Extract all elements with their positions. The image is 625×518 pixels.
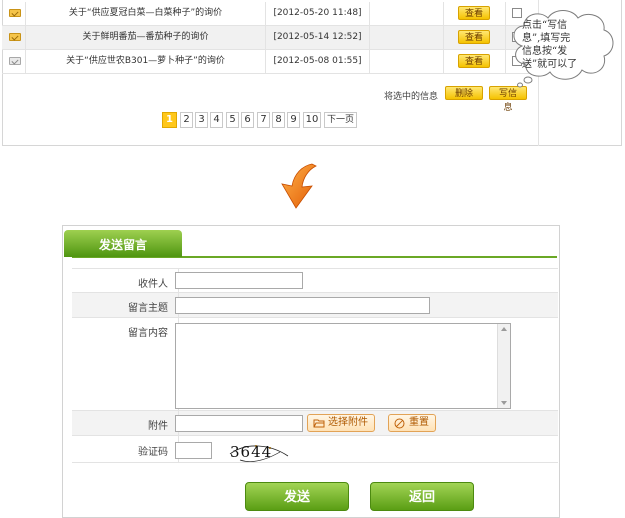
captcha-label: 验证码 <box>138 447 168 458</box>
page-5[interactable]: 5 <box>226 112 239 128</box>
envelope-icon <box>9 33 21 41</box>
callout-line: 信息按“发 <box>522 46 568 57</box>
page-9[interactable]: 9 <box>287 112 300 128</box>
content-textarea[interactable] <box>175 323 511 409</box>
attachment-input[interactable] <box>175 415 303 432</box>
view-button[interactable]: 查看 <box>458 6 491 20</box>
cancel-icon <box>394 418 405 429</box>
message-date: [2012-05-08 01:55] <box>266 50 370 73</box>
envelope-open-icon <box>9 57 21 65</box>
recipient-label: 收件人 <box>138 279 168 290</box>
message-title[interactable]: 关于“供应夏冠白菜—白菜种子”的询价 <box>26 2 266 25</box>
reset-button[interactable]: 重置 <box>388 414 436 432</box>
message-date: [2012-05-20 11:48] <box>266 2 370 25</box>
captcha-row: 验证码 <box>72 436 558 463</box>
page-4[interactable]: 4 <box>210 112 223 128</box>
content-label: 留言内容 <box>128 328 168 339</box>
captcha-text: 3644 <box>230 443 273 461</box>
textarea-scrollbar[interactable] <box>497 324 510 408</box>
table-row[interactable]: 关于“供应世农B301—萝卜种子”的询价 [2012-05-08 01:55] … <box>2 50 538 74</box>
back-button[interactable]: 返回 <box>370 482 474 511</box>
view-button[interactable]: 查看 <box>458 30 491 44</box>
page-1[interactable]: 1 <box>162 112 177 128</box>
envelope-icon <box>9 9 21 17</box>
page-6[interactable]: 6 <box>241 112 254 128</box>
selected-action-label: 将选中的信息 <box>384 92 439 102</box>
table-row[interactable]: 关于鲜明番茄—番茄种子的询价 [2012-05-14 12:52] 查看 <box>2 26 538 50</box>
callout-line: 送”就可以了 <box>522 59 578 70</box>
scroll-up-icon[interactable] <box>501 327 507 331</box>
send-button[interactable]: 发送 <box>245 482 349 511</box>
delete-button[interactable]: 删除 <box>445 86 483 100</box>
choose-file-label: 选择附件 <box>328 417 368 428</box>
message-title[interactable]: 关于鲜明番茄—番茄种子的询价 <box>26 26 266 49</box>
page-8[interactable]: 8 <box>272 112 285 128</box>
subject-label: 留言主题 <box>128 303 168 314</box>
tab-label: 发送留言 <box>98 238 147 252</box>
page-3[interactable]: 3 <box>195 112 208 128</box>
message-title[interactable]: 关于“供应世农B301—萝卜种子”的询价 <box>26 50 266 73</box>
recipient-input[interactable] <box>175 272 303 289</box>
callout-line: 点击“写信 <box>522 20 568 31</box>
callout-bubble: 点击“写信 息”,填写完 信息按“发 送”就可以了 <box>508 6 618 88</box>
scroll-down-icon[interactable] <box>501 401 507 405</box>
table-row[interactable]: 关于“供应夏冠白菜—白菜种子”的询价 [2012-05-20 11:48] 查看 <box>2 2 538 26</box>
next-page-link[interactable]: 下一页 <box>324 112 357 128</box>
tab-send-message[interactable]: 发送留言 <box>64 230 182 257</box>
folder-icon <box>313 419 325 428</box>
choose-file-button[interactable]: 选择附件 <box>307 414 375 432</box>
recipient-row: 收件人 <box>72 268 558 293</box>
captcha-input[interactable] <box>175 442 212 459</box>
callout-line: 息”,填写完 <box>522 33 571 44</box>
page-7[interactable]: 7 <box>257 112 270 128</box>
captcha-image[interactable]: 3644 <box>226 440 292 464</box>
arrow-down-icon <box>281 163 317 209</box>
subject-input[interactable] <box>175 297 430 314</box>
view-button[interactable]: 查看 <box>458 54 491 68</box>
page-2[interactable]: 2 <box>180 112 193 128</box>
reset-label: 重置 <box>409 417 429 428</box>
attachment-label: 附件 <box>148 421 168 432</box>
write-message-button[interactable]: 写信息 <box>489 86 527 113</box>
message-date: [2012-05-14 12:52] <box>266 26 370 49</box>
page-10[interactable]: 10 <box>303 112 321 128</box>
